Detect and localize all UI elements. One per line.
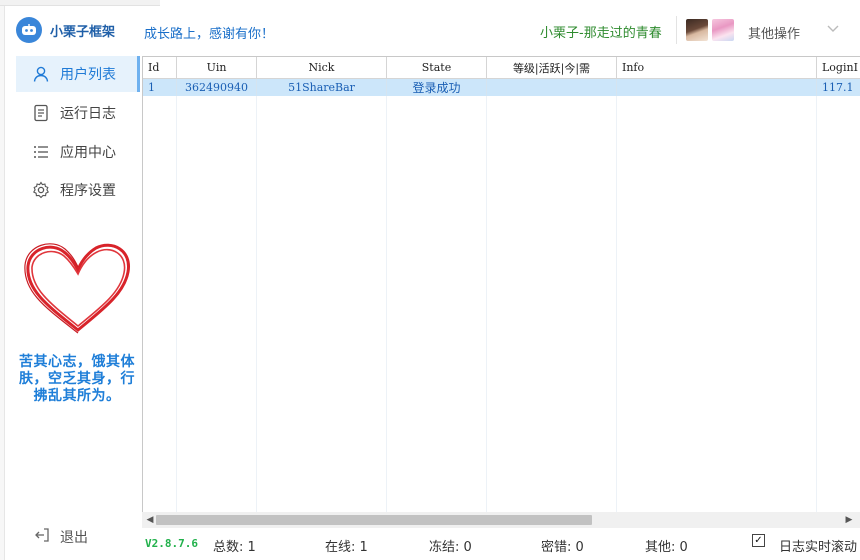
scrollbar-thumb[interactable] [156,515,592,525]
sidebar-item-label: 运行日志 [60,106,116,122]
cell-info [617,79,817,96]
motto-text: 苦其心志，饿其体肤，空乏其身，行拂乱其所为。 [19,354,135,404]
cell-state: 登录成功 [387,79,487,96]
list-icon [32,143,50,161]
app-logo: 小栗子框架 [16,16,115,44]
log-scroll-label: 日志实时滚动 [779,540,858,555]
document-icon [32,104,50,122]
log-scroll-checkbox[interactable]: ✓ [752,534,765,547]
column-header-state[interactable]: State [387,57,487,79]
cell-uin: 362490940 [177,79,257,96]
cell-login: 117.1 [817,79,860,96]
other-count: 其他: 0 [645,540,688,555]
column-divider [616,79,617,512]
logout-icon [34,527,50,547]
main-window: 小栗子框架 用户列表 运行日志 应用中心 程序设置 苦其心志，饿其体肤，空乏其身… [0,0,860,560]
slogan-text: 成长路上，感谢有你！ [144,27,275,42]
chevron-down-icon[interactable] [825,20,841,36]
table-header: Id Uin Nick State 等级|活跃|今|需 Info LoginI [143,57,860,79]
user-table: Id Uin Nick State 等级|活跃|今|需 Info LoginI … [142,56,860,512]
current-user-name: 小栗子-那走过的青春 [540,26,662,41]
sidebar-item-logs[interactable]: 运行日志 [16,95,140,131]
column-divider [486,79,487,512]
logout-label: 退出 [60,530,88,546]
app-title: 小栗子框架 [50,24,116,40]
user-icon [32,65,50,83]
horizontal-scrollbar[interactable]: ◀ ▶ [142,512,860,528]
column-divider [176,79,177,512]
column-header-info[interactable]: Info [617,57,817,79]
robot-icon [16,17,42,43]
background-window-edge [0,6,5,560]
logout-button[interactable]: 退出 [34,526,88,548]
gear-icon [32,181,50,199]
sidebar-item-label: 用户列表 [60,67,116,83]
column-divider [386,79,387,512]
scroll-left-icon[interactable]: ◀ [145,515,155,525]
online-count: 在线: 1 [325,540,368,555]
cell-nick: 51ShareBar [257,79,387,96]
version-label: V2.8.7.6 [145,537,198,550]
column-header-level[interactable]: 等级|活跃|今|需 [487,57,617,79]
header: 成长路上，感谢有你！ 小栗子-那走过的青春 其他操作 [140,6,860,54]
column-header-login[interactable]: LoginI [817,57,860,79]
sidebar-item-label: 应用中心 [60,145,116,161]
column-divider [816,79,817,512]
column-header-id[interactable]: Id [143,57,177,79]
scroll-right-icon[interactable]: ▶ [844,515,854,525]
sidebar-item-settings[interactable]: 程序设置 [16,172,140,208]
avatar[interactable] [712,19,734,41]
status-bar: V2.8.7.6 总数: 1 在线: 1 冻结: 0 密错: 0 其他: 0 ✓… [140,530,860,560]
column-header-uin[interactable]: Uin [177,57,257,79]
sidebar-item-apps[interactable]: 应用中心 [16,134,140,170]
total-count: 总数: 1 [213,540,256,555]
header-divider [676,16,677,44]
sidebar-item-users[interactable]: 用户列表 [16,56,140,92]
password-error-count: 密错: 0 [541,540,584,555]
column-divider [256,79,257,512]
sidebar: 小栗子框架 用户列表 运行日志 应用中心 程序设置 苦其心志，饿其体肤，空乏其身… [6,6,140,560]
avatar[interactable] [686,19,708,41]
table-row[interactable]: 1 362490940 51ShareBar 登录成功 117.1 [143,79,860,96]
frozen-count: 冻结: 0 [429,540,472,555]
avatar-group [686,19,738,41]
column-header-nick[interactable]: Nick [257,57,387,79]
other-operations-menu[interactable]: 其他操作 [748,23,800,42]
cell-level [487,79,617,96]
cell-id: 1 [143,79,177,96]
sidebar-item-label: 程序设置 [60,183,116,199]
heart-icon [18,238,138,338]
